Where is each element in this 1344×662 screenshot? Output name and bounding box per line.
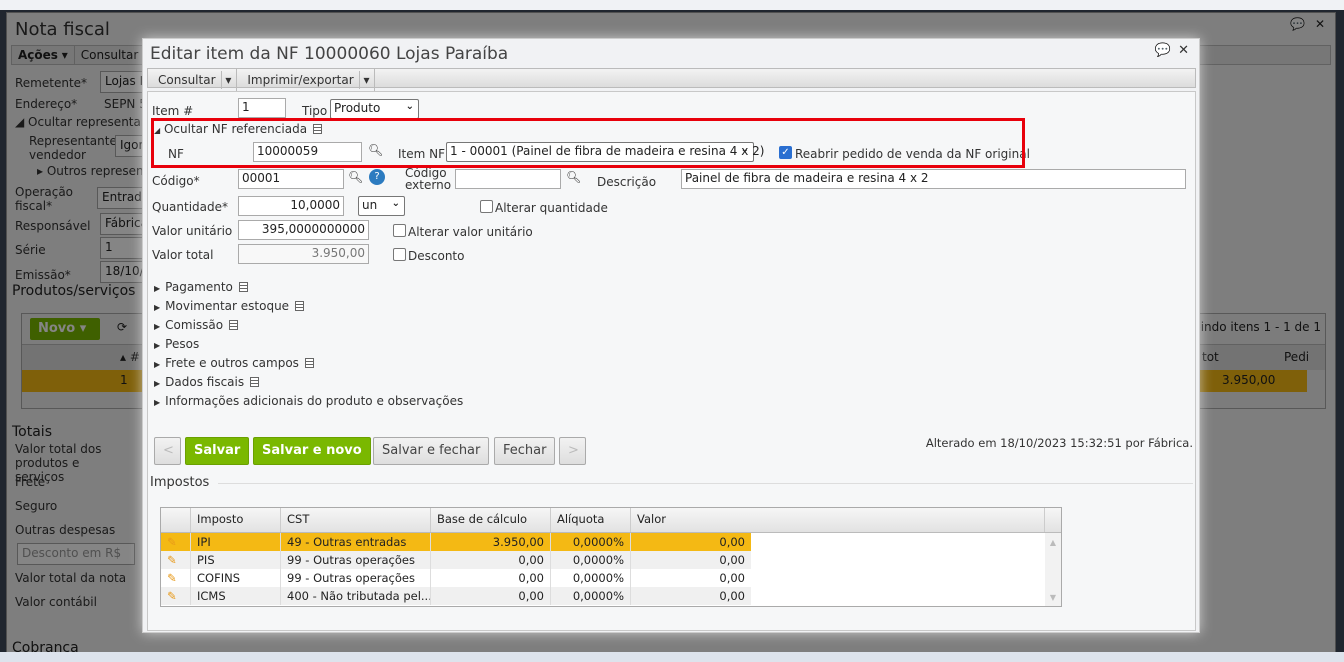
save-button[interactable]: Salvar bbox=[185, 437, 250, 465]
save-close-button[interactable]: Salvar e fechar bbox=[373, 437, 490, 465]
edit-icon[interactable]: ✎ bbox=[161, 587, 191, 605]
edit-icon[interactable]: ✎ bbox=[161, 533, 191, 551]
tax-base: 0,00 bbox=[431, 569, 551, 587]
tax-aliquota: 0,0000% bbox=[551, 551, 631, 569]
tax-valor: 0,00 bbox=[719, 571, 745, 585]
tax-imposto: COFINS bbox=[191, 569, 281, 587]
item-label: Item # bbox=[152, 104, 194, 118]
close-icon[interactable]: ✕ bbox=[1178, 43, 1189, 58]
desconto-label: Desconto bbox=[408, 249, 465, 263]
tax-valor: 0,00 bbox=[631, 587, 751, 605]
descricao-label: Descrição bbox=[597, 175, 657, 189]
taxes-grid: Imposto CST Base de cálculo Alíquota Val… bbox=[160, 507, 1062, 607]
codigo-input[interactable]: 00001 bbox=[238, 169, 344, 189]
browser-top-strip bbox=[0, 0, 1344, 10]
section-movimentar-estoque[interactable]: ▶ Movimentar estoque bbox=[154, 299, 305, 313]
tax-cst: 400 - Não tributada pel... bbox=[281, 587, 431, 605]
tax-row[interactable]: ✎ COFINS 99 - Outras operações 0,00 0,00… bbox=[161, 569, 1061, 587]
col-base[interactable]: Base de cálculo bbox=[431, 508, 551, 532]
tax-aliquota: 0,0000% bbox=[551, 533, 631, 551]
section-frete[interactable]: ▶ Frete e outros campos bbox=[154, 356, 314, 370]
chat-icon[interactable]: 💬 bbox=[1155, 43, 1171, 58]
dialog-title: Editar item da NF 10000060 Lojas Paraíba bbox=[150, 44, 509, 64]
tax-row[interactable]: ✎ PIS 99 - Outras operações 0,00 0,0000%… bbox=[161, 551, 1061, 569]
tax-imposto: PIS bbox=[191, 551, 281, 569]
tax-row[interactable]: ✎ IPI 49 - Outras entradas 3.950,00 0,00… bbox=[161, 533, 1061, 551]
tax-imposto: IPI bbox=[191, 533, 281, 551]
valor-total-input: 3.950,00 bbox=[238, 244, 369, 264]
unit-select[interactable]: un ⌄ bbox=[358, 196, 405, 216]
search-icon[interactable]: 🔍︎ bbox=[348, 170, 363, 184]
tax-row[interactable]: ✎ ICMS 400 - Não tributada pel... 0,00 0… bbox=[161, 587, 1061, 605]
tax-cst: 99 - Outras operações bbox=[281, 551, 431, 569]
menu-consultar[interactable]: Consultar ▾ bbox=[148, 69, 238, 91]
tipo-label: Tipo bbox=[302, 104, 328, 118]
tax-base: 0,00 bbox=[431, 587, 551, 605]
menu-imprimir-exportar[interactable]: Imprimir/exportar ▾ bbox=[237, 69, 376, 91]
next-button[interactable]: > bbox=[559, 437, 586, 465]
tax-valor: 0,00 bbox=[631, 533, 751, 551]
tax-base: 3.950,00 bbox=[431, 533, 551, 551]
edit-icon[interactable]: ✎ bbox=[161, 569, 191, 587]
dialog-toolbar: Consultar ▾ Imprimir/exportar ▾ bbox=[147, 68, 1196, 91]
dialog-body: Item # 1 Tipo Produto ⌄ ◢ Ocultar NF refe… bbox=[147, 91, 1196, 631]
annotation-highlight-box bbox=[151, 118, 1025, 168]
tax-aliquota: 0,0000% bbox=[551, 587, 631, 605]
edit-icon[interactable]: ✎ bbox=[161, 551, 191, 569]
quantidade-label: Quantidade* bbox=[152, 200, 229, 214]
section-informacoes[interactable]: ▶ Informações adicionais do produto e obs… bbox=[154, 394, 463, 408]
taxes-scrollbar[interactable]: ▲ ▼ bbox=[1045, 533, 1061, 606]
alterar-valor-label: Alterar valor unitário bbox=[408, 225, 533, 239]
tipo-select[interactable]: Produto ⌄ bbox=[330, 99, 419, 119]
item-input[interactable]: 1 bbox=[238, 98, 286, 118]
tax-cst: 49 - Outras entradas bbox=[281, 533, 431, 551]
col-imposto[interactable]: Imposto bbox=[191, 508, 281, 532]
codigo-label: Código* bbox=[152, 174, 200, 188]
product-info-icon[interactable]: ? bbox=[369, 169, 385, 185]
tax-cst: 99 - Outras operações bbox=[281, 569, 431, 587]
col-cst[interactable]: CST bbox=[281, 508, 431, 532]
save-new-button[interactable]: Salvar e novo bbox=[253, 437, 371, 465]
tax-valor: 0,00 bbox=[631, 551, 751, 569]
alterar-quantidade-label: Alterar quantidade bbox=[495, 201, 608, 215]
changed-info: Alterado em 18/10/2023 15:32:51 por Fábr… bbox=[925, 436, 1193, 450]
valor-unitario-input[interactable]: 395,0000000000 bbox=[238, 220, 369, 240]
section-dados-fiscais[interactable]: ▶ Dados fiscais bbox=[154, 375, 260, 389]
tax-aliquota: 0,0000% bbox=[551, 569, 631, 587]
valor-total-label: Valor total bbox=[152, 248, 214, 262]
taxes-grid-header: Imposto CST Base de cálculo Alíquota Val… bbox=[161, 508, 1061, 533]
taskbar bbox=[0, 652, 1344, 662]
close-button[interactable]: Fechar bbox=[494, 437, 556, 465]
search-icon[interactable]: 🔍︎ bbox=[566, 170, 581, 184]
taxes-title: Impostos bbox=[150, 475, 210, 490]
alterar-valor-checkbox[interactable] bbox=[393, 224, 406, 237]
section-pagamento[interactable]: ▶ Pagamento bbox=[154, 280, 248, 294]
tax-imposto: ICMS bbox=[191, 587, 281, 605]
valor-unitario-label: Valor unitário bbox=[152, 224, 233, 238]
alterar-quantidade-checkbox[interactable] bbox=[480, 200, 493, 213]
codigo-externo-input[interactable] bbox=[455, 169, 561, 189]
col-aliquota[interactable]: Alíquota bbox=[551, 508, 631, 532]
descricao-input[interactable]: Painel de fibra de madeira e resina 4 x … bbox=[681, 169, 1186, 189]
tax-base: 0,00 bbox=[431, 551, 551, 569]
prev-button[interactable]: < bbox=[154, 437, 181, 465]
section-pesos[interactable]: ▶ Pesos bbox=[154, 337, 199, 351]
quantidade-input[interactable]: 10,0000 bbox=[238, 196, 344, 216]
section-comissao[interactable]: ▶ Comissão bbox=[154, 318, 239, 332]
col-valor[interactable]: Valor bbox=[631, 508, 1045, 532]
desconto-checkbox[interactable] bbox=[393, 248, 406, 261]
divider bbox=[218, 483, 1193, 484]
